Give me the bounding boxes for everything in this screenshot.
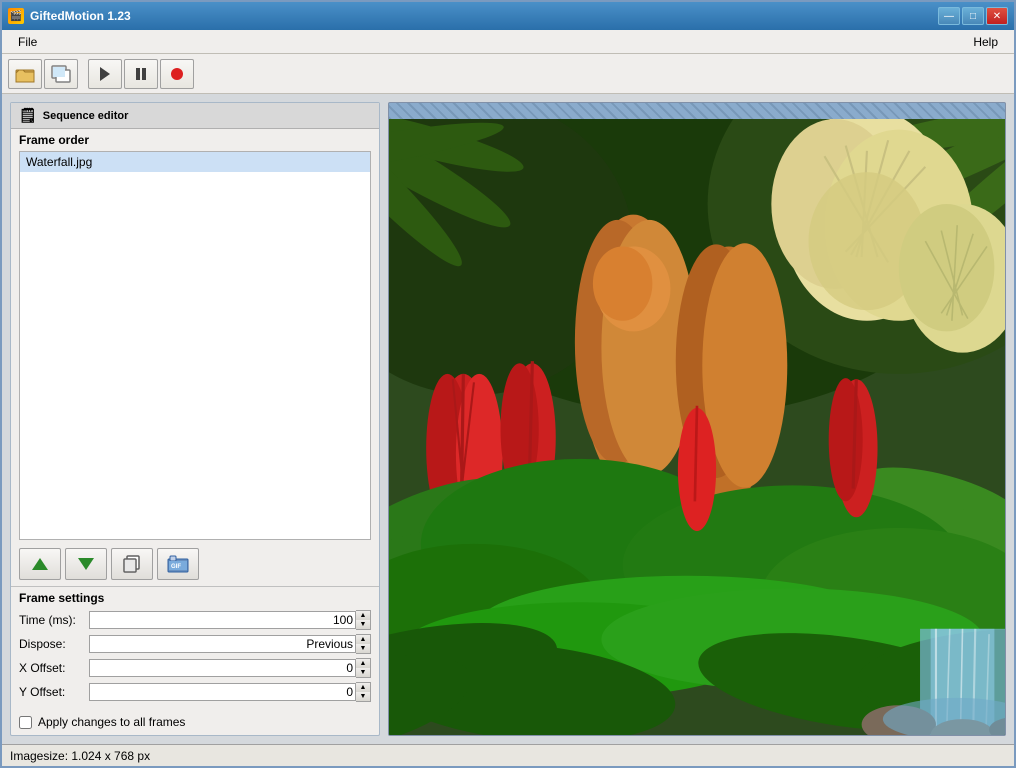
preview-panel [388, 102, 1006, 736]
frames-button[interactable] [44, 59, 78, 89]
xoffset-spinner: ▲ ▼ [356, 658, 371, 678]
minimize-button[interactable]: — [938, 7, 960, 25]
play-icon [98, 66, 112, 82]
status-bar: Imagesize: 1.024 x 768 px [2, 744, 1014, 766]
apply-all-checkbox[interactable] [19, 716, 32, 729]
frame-order-label: Frame order [11, 129, 379, 149]
play-button[interactable] [88, 59, 122, 89]
xoffset-input[interactable] [89, 659, 356, 677]
svg-text:GIF: GIF [171, 564, 181, 570]
panel-icon: 🗒 [19, 107, 37, 124]
stop-button[interactable] [160, 59, 194, 89]
title-bar-left: 🎬 GiftedMotion 1.23 [8, 8, 131, 24]
window-controls: — □ ✕ [938, 7, 1008, 25]
yoffset-setting-row: Y Offset: ▲ ▼ [19, 681, 371, 703]
dispose-input-wrapper: ▲ ▼ [89, 634, 371, 654]
dispose-label: Dispose: [19, 637, 89, 651]
app-icon: 🎬 [8, 8, 24, 24]
dispose-up-btn[interactable]: ▲ [356, 635, 370, 644]
frame-item[interactable]: Waterfall.jpg [20, 152, 370, 172]
frames-icon [51, 65, 71, 83]
export-icon: GIF [167, 555, 189, 573]
xoffset-label: X Offset: [19, 661, 89, 675]
main-content: 🗒 Sequence editor Frame order Waterfall.… [2, 94, 1014, 744]
xoffset-down-btn[interactable]: ▼ [356, 668, 370, 677]
move-down-button[interactable] [65, 548, 107, 580]
export-button[interactable]: GIF [157, 548, 199, 580]
frame-settings: Frame settings Time (ms): ▲ ▼ Dispose: [11, 586, 379, 709]
time-down-btn[interactable]: ▼ [356, 620, 370, 629]
title-bar: 🎬 GiftedMotion 1.23 — □ ✕ [2, 2, 1014, 30]
panel-header: 🗒 Sequence editor [11, 103, 379, 129]
open-icon [15, 65, 35, 83]
yoffset-down-btn[interactable]: ▼ [356, 692, 370, 701]
copy-icon [123, 555, 141, 573]
toolbar [2, 54, 1014, 94]
preview-canvas [389, 119, 1005, 735]
arrow-up-icon [32, 558, 48, 570]
main-window: 🎬 GiftedMotion 1.23 — □ ✕ File Help [0, 0, 1016, 768]
maximize-button[interactable]: □ [962, 7, 984, 25]
pause-button[interactable] [124, 59, 158, 89]
dispose-down-btn[interactable]: ▼ [356, 644, 370, 653]
dispose-spinner: ▲ ▼ [356, 634, 371, 654]
dispose-input[interactable] [89, 635, 356, 653]
time-label: Time (ms): [19, 613, 89, 627]
time-spinner: ▲ ▼ [356, 610, 371, 630]
copy-frame-button[interactable] [111, 548, 153, 580]
preview-header [389, 103, 1005, 119]
frame-settings-label: Frame settings [19, 591, 371, 605]
xoffset-up-btn[interactable]: ▲ [356, 659, 370, 668]
sequence-editor-panel: 🗒 Sequence editor Frame order Waterfall.… [10, 102, 380, 736]
time-up-btn[interactable]: ▲ [356, 611, 370, 620]
yoffset-input-wrapper: ▲ ▼ [89, 682, 371, 702]
apply-all-row: Apply changes to all frames [11, 709, 379, 735]
yoffset-up-btn[interactable]: ▲ [356, 683, 370, 692]
apply-all-label: Apply changes to all frames [38, 715, 185, 729]
dispose-setting-row: Dispose: ▲ ▼ [19, 633, 371, 655]
window-title: GiftedMotion 1.23 [30, 9, 131, 23]
arrow-down-icon [78, 558, 94, 570]
time-input-wrapper: ▲ ▼ [89, 610, 371, 630]
preview-image [389, 119, 1005, 735]
stop-icon [170, 67, 184, 81]
frame-list[interactable]: Waterfall.jpg [19, 151, 371, 540]
xoffset-setting-row: X Offset: ▲ ▼ [19, 657, 371, 679]
menu-file[interactable]: File [10, 33, 45, 51]
close-button[interactable]: ✕ [986, 7, 1008, 25]
time-input[interactable] [89, 611, 356, 629]
frame-order-buttons: GIF [11, 542, 379, 586]
time-setting-row: Time (ms): ▲ ▼ [19, 609, 371, 631]
pause-icon [134, 66, 148, 82]
yoffset-input[interactable] [89, 683, 356, 701]
yoffset-label: Y Offset: [19, 685, 89, 699]
status-text: Imagesize: 1.024 x 768 px [10, 749, 150, 763]
panel-title: Sequence editor [43, 110, 129, 122]
move-up-button[interactable] [19, 548, 61, 580]
open-button[interactable] [8, 59, 42, 89]
xoffset-input-wrapper: ▲ ▼ [89, 658, 371, 678]
menu-bar: File Help [2, 30, 1014, 54]
yoffset-spinner: ▲ ▼ [356, 682, 371, 702]
menu-help[interactable]: Help [965, 33, 1006, 51]
